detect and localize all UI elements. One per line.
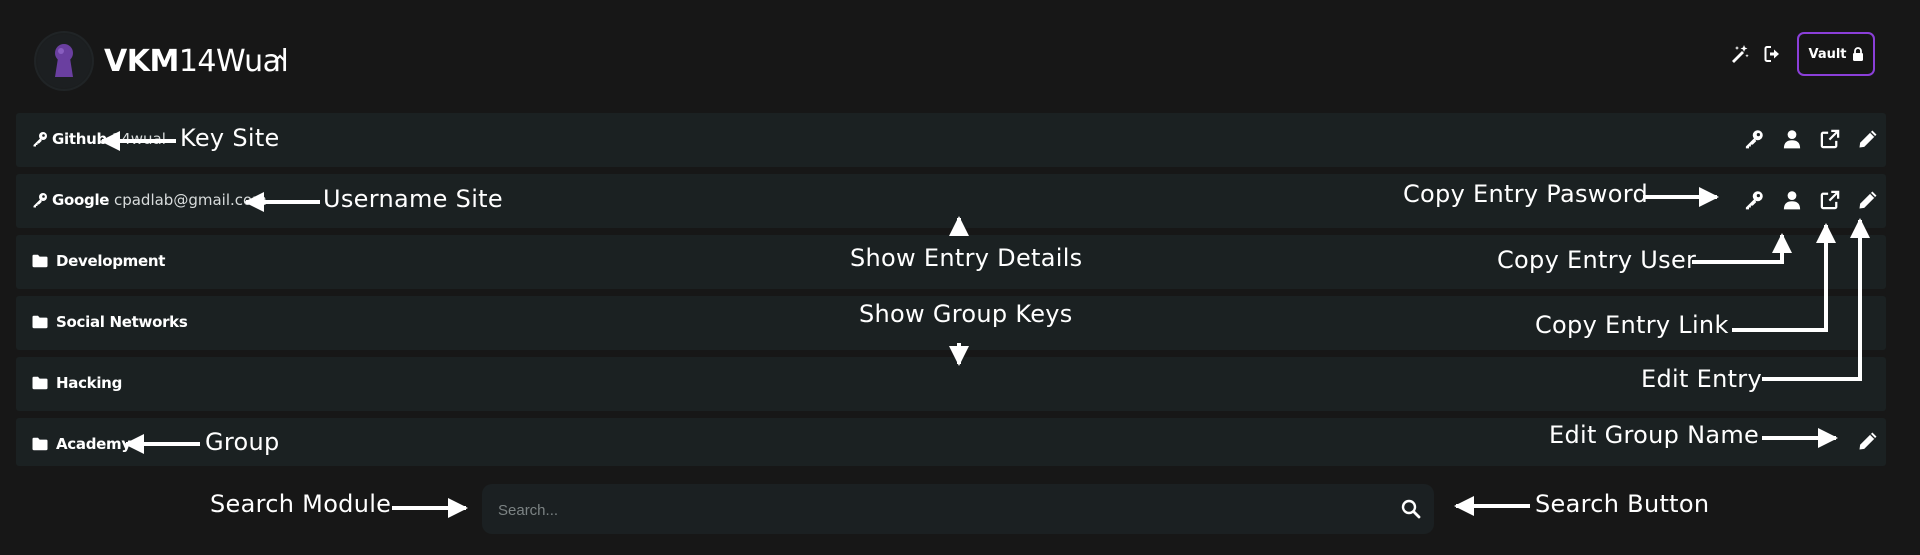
key-icon bbox=[32, 192, 48, 208]
app-title-bold: VKM bbox=[104, 44, 179, 79]
annotation-key-site: Key Site bbox=[180, 124, 280, 152]
key-icon bbox=[32, 131, 48, 147]
group-name[interactable]: Hacking bbox=[56, 374, 122, 392]
entry-username: 14wual bbox=[111, 130, 166, 148]
copy-password-key-icon[interactable] bbox=[1744, 190, 1764, 210]
vault-label: Vault bbox=[1808, 46, 1847, 62]
magic-wand-icon[interactable] bbox=[1730, 44, 1750, 64]
annotation-edit-group-name: Edit Group Name bbox=[1549, 421, 1760, 449]
pencil-icon[interactable] bbox=[1858, 190, 1878, 210]
external-link-icon[interactable] bbox=[1820, 129, 1840, 149]
external-link-icon[interactable] bbox=[1820, 190, 1840, 210]
entry-title[interactable]: Google cpadlab@gmail.com bbox=[52, 191, 267, 209]
group-name[interactable]: Academy bbox=[56, 435, 131, 453]
entry-site-name: Github bbox=[52, 130, 107, 148]
annotation-copy-entry-password: Copy Entry Pasword bbox=[1403, 180, 1648, 208]
copy-password-key-icon[interactable] bbox=[1744, 129, 1764, 149]
annotation-group: Group bbox=[205, 428, 280, 456]
folder-icon bbox=[32, 315, 48, 329]
pencil-icon[interactable] bbox=[1858, 129, 1878, 149]
folder-icon bbox=[32, 437, 48, 451]
annotation-show-group-keys: Show Group Keys bbox=[859, 300, 1073, 328]
entry-title[interactable]: Github 14wual bbox=[52, 130, 166, 148]
folder-icon bbox=[32, 376, 48, 390]
annotation-search-button: Search Button bbox=[1535, 490, 1710, 518]
logout-icon[interactable] bbox=[1763, 44, 1783, 64]
annotation-show-entry-details: Show Entry Details bbox=[850, 244, 1083, 272]
search-module bbox=[482, 484, 1434, 534]
entry-username: cpadlab@gmail.com bbox=[113, 191, 267, 209]
entry-row-github[interactable]: Github 14wual bbox=[16, 113, 1886, 167]
annotation-copy-entry-user: Copy Entry User bbox=[1497, 246, 1697, 274]
group-row-hacking[interactable]: Hacking bbox=[16, 357, 1886, 411]
annotation-copy-entry-link: Copy Entry Link bbox=[1535, 311, 1729, 339]
annotation-username-site: Username Site bbox=[323, 185, 503, 213]
group-name[interactable]: Social Networks bbox=[56, 313, 188, 331]
chevron-up-icon[interactable] bbox=[272, 52, 288, 64]
copy-user-icon[interactable] bbox=[1782, 190, 1802, 210]
vault-lock-button[interactable]: Vault bbox=[1797, 32, 1875, 76]
group-name[interactable]: Development bbox=[56, 252, 165, 270]
app-title[interactable]: VKM14Wual bbox=[104, 44, 289, 79]
pencil-icon[interactable] bbox=[1858, 431, 1878, 451]
lock-icon bbox=[1852, 47, 1863, 61]
copy-user-icon[interactable] bbox=[1782, 129, 1802, 149]
search-input[interactable] bbox=[496, 496, 1380, 524]
folder-icon bbox=[32, 254, 48, 268]
annotation-search-module: Search Module bbox=[210, 490, 392, 518]
search-icon[interactable] bbox=[1400, 498, 1422, 520]
header: VKM14Wual Vault bbox=[0, 0, 1920, 110]
keyhole-logo-icon bbox=[36, 33, 92, 89]
entry-site-name: Google bbox=[52, 191, 110, 209]
annotation-edit-entry: Edit Entry bbox=[1641, 365, 1762, 393]
